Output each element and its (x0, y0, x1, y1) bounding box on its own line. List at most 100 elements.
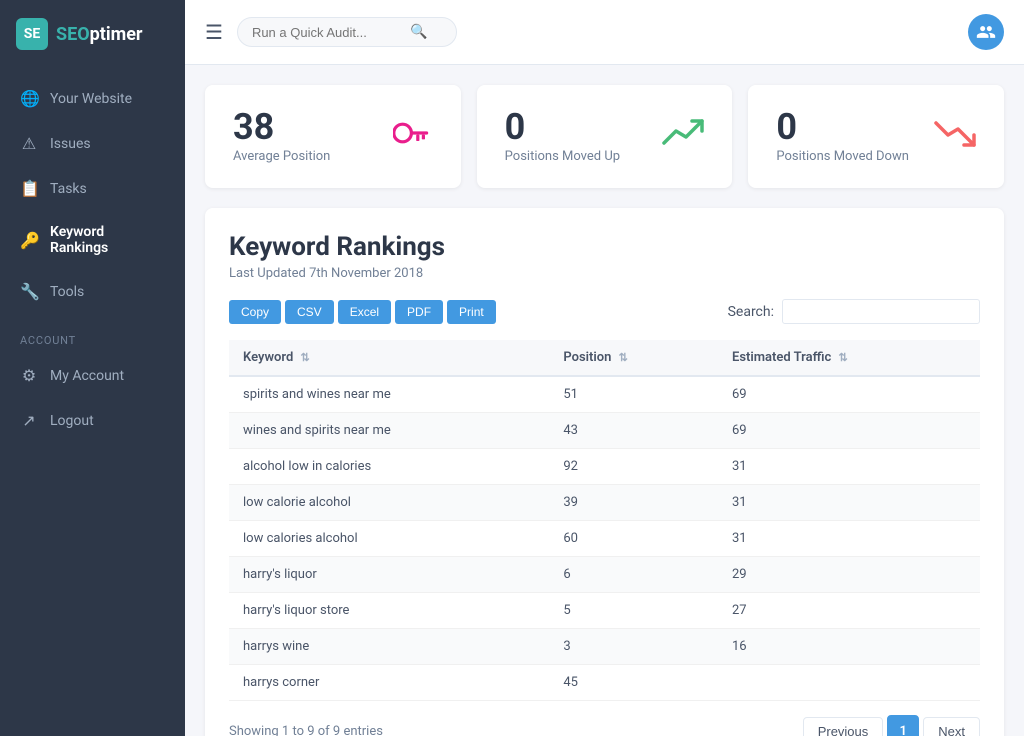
my-account-icon: ⚙ (20, 366, 38, 385)
sidebar-item-issues[interactable]: ⚠ Issues (0, 121, 185, 166)
table-row: low calorie alcohol 39 31 (229, 485, 980, 521)
print-button[interactable]: Print (447, 300, 496, 324)
keyword-rankings-icon: 🔑 (20, 231, 38, 250)
cell-keyword: wines and spirits near me (229, 413, 549, 449)
tools-icon: 🔧 (20, 282, 38, 301)
cell-position: 43 (549, 413, 718, 449)
sidebar-item-logout[interactable]: ↗ Logout (0, 398, 185, 443)
hamburger-button[interactable]: ☰ (205, 20, 223, 44)
rankings-title: Keyword Rankings (229, 232, 980, 262)
table-row: harrys corner 45 (229, 665, 980, 701)
table-body: spirits and wines near me 51 69 wines an… (229, 376, 980, 701)
cell-position: 92 (549, 449, 718, 485)
sidebar-nav: 🌐 Your Website ⚠ Issues 📋 Tasks 🔑 Keywor… (0, 68, 185, 736)
cell-position: 6 (549, 557, 718, 593)
sidebar-item-label: Tasks (50, 181, 87, 197)
cell-traffic (718, 665, 980, 701)
stat-info: 0 Positions Moved Up (505, 109, 620, 164)
sidebar-section-label: Account (0, 314, 185, 353)
table-row: harry's liquor store 5 27 (229, 593, 980, 629)
cell-position: 60 (549, 521, 718, 557)
table-row: alcohol low in calories 92 31 (229, 449, 980, 485)
main: ☰ 🔍 38 Average Position (185, 0, 1024, 736)
table-footer: Showing 1 to 9 of 9 entries Previous 1 N… (229, 715, 980, 736)
cell-traffic: 31 (718, 485, 980, 521)
sidebar-item-label: Logout (50, 413, 94, 429)
csv-button[interactable]: CSV (285, 300, 334, 324)
cell-keyword: harry's liquor store (229, 593, 549, 629)
showing-entries-text: Showing 1 to 9 of 9 entries (229, 724, 383, 736)
previous-button[interactable]: Previous (803, 717, 884, 736)
cell-keyword: low calories alcohol (229, 521, 549, 557)
sidebar-item-label: Your Website (50, 91, 132, 107)
pdf-button[interactable]: PDF (395, 300, 443, 324)
arrow-up-icon (662, 117, 704, 156)
user-avatar[interactable] (968, 14, 1004, 50)
search-icon: 🔍 (410, 24, 427, 40)
sidebar-item-label: Keyword Rankings (50, 224, 165, 256)
cell-traffic: 31 (718, 449, 980, 485)
positions-moved-down-label: Positions Moved Down (776, 149, 909, 164)
cell-keyword: harrys corner (229, 665, 549, 701)
sidebar-item-label: My Account (50, 368, 124, 384)
col-position[interactable]: Position ⇅ (549, 340, 718, 376)
sidebar-item-tools[interactable]: 🔧 Tools (0, 269, 185, 314)
stats-row: 38 Average Position 0 Positions Moved U (205, 85, 1004, 188)
cell-traffic: 29 (718, 557, 980, 593)
sort-icon-position: ⇅ (619, 351, 628, 364)
excel-button[interactable]: Excel (338, 300, 391, 324)
next-button[interactable]: Next (923, 717, 980, 736)
average-position-value: 38 (233, 109, 330, 145)
table-row: harry's liquor 6 29 (229, 557, 980, 593)
col-estimated-traffic[interactable]: Estimated Traffic ⇅ (718, 340, 980, 376)
sidebar-item-my-account[interactable]: ⚙ My Account (0, 353, 185, 398)
search-label: Search: (728, 304, 774, 320)
stat-card-positions-moved-down: 0 Positions Moved Down (748, 85, 1004, 188)
table-search-input[interactable] (782, 299, 980, 324)
table-header: Keyword ⇅ Position ⇅ Estimated Traffic ⇅ (229, 340, 980, 376)
rankings-subtitle: Last Updated 7th November 2018 (229, 266, 980, 281)
toolbar: Copy CSV Excel PDF Print Search: (229, 299, 980, 324)
search-input[interactable] (252, 25, 402, 40)
logo: SE SEOptimer (0, 0, 185, 68)
cell-position: 3 (549, 629, 718, 665)
sort-icon-traffic: ⇅ (838, 351, 847, 364)
export-buttons: Copy CSV Excel PDF Print (229, 300, 496, 324)
positions-moved-up-value: 0 (505, 109, 620, 145)
table-row: low calories alcohol 60 31 (229, 521, 980, 557)
col-keyword[interactable]: Keyword ⇅ (229, 340, 549, 376)
key-icon (393, 118, 433, 156)
sort-icon-keyword: ⇅ (301, 351, 310, 364)
average-position-label: Average Position (233, 149, 330, 164)
quick-audit-search[interactable]: 🔍 (237, 17, 457, 47)
issues-icon: ⚠ (20, 134, 38, 153)
positions-moved-up-label: Positions Moved Up (505, 149, 620, 164)
cell-position: 45 (549, 665, 718, 701)
rankings-section: Keyword Rankings Last Updated 7th Novemb… (205, 208, 1004, 736)
stat-card-average-position: 38 Average Position (205, 85, 461, 188)
tasks-icon: 📋 (20, 179, 38, 198)
cell-traffic: 69 (718, 376, 980, 413)
sidebar-item-keyword-rankings[interactable]: 🔑 Keyword Rankings (0, 211, 185, 269)
current-page-number[interactable]: 1 (887, 715, 919, 736)
sidebar-item-label: Issues (50, 136, 91, 152)
logo-text: SEOptimer (56, 24, 143, 45)
sidebar-item-tasks[interactable]: 📋 Tasks (0, 166, 185, 211)
positions-moved-down-value: 0 (776, 109, 909, 145)
search-filter: Search: (728, 299, 980, 324)
cell-keyword: low calorie alcohol (229, 485, 549, 521)
table-row: spirits and wines near me 51 69 (229, 376, 980, 413)
cell-traffic: 27 (718, 593, 980, 629)
cell-position: 51 (549, 376, 718, 413)
logo-icon: SE (16, 18, 48, 50)
arrow-down-icon (934, 117, 976, 156)
content: 38 Average Position 0 Positions Moved U (185, 65, 1024, 736)
sidebar-item-your-website[interactable]: 🌐 Your Website (0, 76, 185, 121)
cell-keyword: alcohol low in calories (229, 449, 549, 485)
stat-info: 0 Positions Moved Down (776, 109, 909, 164)
cell-keyword: harry's liquor (229, 557, 549, 593)
cell-position: 39 (549, 485, 718, 521)
copy-button[interactable]: Copy (229, 300, 281, 324)
cell-position: 5 (549, 593, 718, 629)
website-icon: 🌐 (20, 89, 38, 108)
